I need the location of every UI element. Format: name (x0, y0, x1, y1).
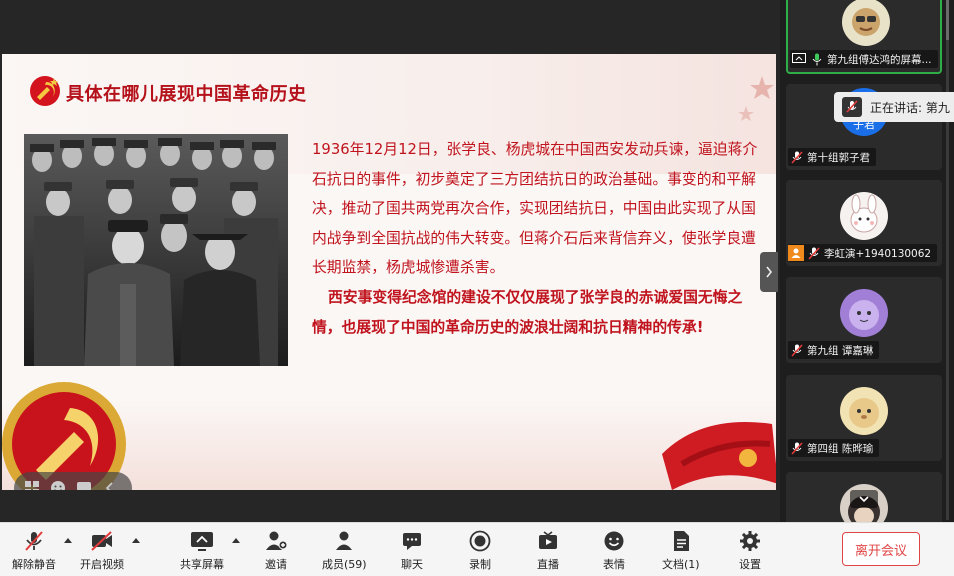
mic-muted-icon (790, 343, 804, 357)
historical-photo (24, 134, 288, 366)
hammer-sickle-icon (30, 76, 60, 106)
decorative-stars (738, 76, 774, 121)
members-icon (332, 529, 356, 553)
avatar (842, 0, 890, 46)
annotation-floating-toolbar[interactable] (14, 472, 132, 490)
scroll-down-button[interactable] (850, 490, 878, 508)
share-screen-icon (190, 529, 214, 553)
red-flag-decoration (662, 422, 776, 490)
participant-name: 李虹演+1940130062 (824, 247, 932, 260)
slide-body: 1936年12月12日，张学良、杨虎城在中国西安发动兵谏，逼迫蒋介石抗日的事件，… (312, 135, 760, 342)
participants-sidebar: 第九组傅达鸿的屏幕... 子君 第十组郭子君 李虹演+1940130062 第九… (780, 0, 954, 522)
chat-icon (400, 529, 424, 553)
mic-muted-icon (790, 150, 804, 164)
chat-label: 聊天 (401, 558, 423, 571)
unmute-label: 解除静音 (12, 558, 56, 571)
avatar (840, 289, 888, 337)
documents-button[interactable]: 文档(1) (662, 529, 700, 573)
record-icon (468, 529, 492, 553)
screen-share-icon (792, 53, 806, 63)
documents-icon (669, 529, 693, 553)
participant-tile[interactable]: 李虹演+1940130062 (786, 180, 942, 266)
caret-up-icon[interactable] (132, 537, 140, 543)
live-icon (536, 529, 560, 553)
participant-caption: 第九组 谭嘉琳 (788, 341, 880, 359)
shared-screen-area: 具体在哪儿展现中国革命历史 1936年12月12日，张学良、杨虎城在中国西安发动… (0, 0, 780, 522)
participant-name: 第十组郭子君 (807, 151, 870, 164)
avatar (840, 387, 888, 435)
video-off-icon (90, 529, 114, 553)
collapse-left-icon[interactable] (102, 480, 118, 490)
participant-name: 第九组傅达鸿的屏幕... (827, 53, 932, 66)
reactions-button[interactable]: 表情 (602, 529, 626, 573)
members-label: 成员(59) (322, 558, 367, 571)
participant-caption: 第四组 陈晔瑜 (788, 439, 880, 457)
invite-label: 邀请 (265, 558, 287, 571)
sidebar-collapse-handle[interactable] (760, 252, 778, 292)
chat-button[interactable]: 聊天 (400, 529, 424, 573)
members-button[interactable]: 成员(59) (322, 529, 367, 573)
caret-up-icon[interactable] (64, 537, 72, 543)
participant-tile[interactable]: 第九组傅达鸿的屏幕... (786, 0, 942, 74)
slide-paragraph-1: 1936年12月12日，张学良、杨虎城在中国西安发动兵谏，逼迫蒋介石抗日的事件，… (312, 141, 758, 277)
start-video-label: 开启视频 (80, 558, 124, 571)
live-label: 直播 (537, 558, 559, 571)
leave-meeting-button[interactable]: 离开会议 (842, 532, 920, 566)
invite-button[interactable]: 邀请 (264, 529, 288, 573)
unmute-button[interactable]: 解除静音 (12, 529, 56, 573)
grid-icon[interactable] (24, 480, 40, 490)
invite-icon (264, 529, 288, 553)
speaking-text: 正在讲话: 第九 (870, 100, 950, 115)
person-icon (788, 245, 804, 261)
mic-muted-icon (807, 246, 821, 260)
caret-up-icon[interactable] (232, 537, 240, 543)
speaking-indicator: 正在讲话: 第九 (834, 92, 954, 122)
sidebar-scrollbar[interactable] (944, 0, 950, 520)
presentation-slide: 具体在哪儿展现中国革命历史 1936年12月12日，张学良、杨虎城在中国西安发动… (2, 54, 776, 490)
settings-button[interactable]: 设置 (738, 529, 762, 573)
participant-tile[interactable]: 第四组 陈晔瑜 (786, 375, 942, 461)
mic-muted-icon (22, 529, 46, 553)
mic-muted-icon (790, 441, 804, 455)
meeting-toolbar: 解除静音 开启视频 共享屏幕 邀请 成员(59) 聊天 录制 直播 表情 文档(… (0, 522, 954, 576)
participant-tile[interactable] (786, 472, 942, 522)
documents-label: 文档(1) (662, 558, 700, 571)
slide-title: 具体在哪儿展现中国革命历史 (66, 84, 307, 105)
chat-bubble-icon[interactable] (76, 480, 92, 490)
record-button[interactable]: 录制 (468, 529, 492, 573)
start-video-button[interactable]: 开启视频 (80, 529, 124, 573)
participant-caption: 第九组傅达鸿的屏幕... (790, 50, 938, 68)
participant-caption: 第十组郭子君 (788, 148, 876, 166)
reactions-label: 表情 (603, 558, 625, 571)
slide-paragraph-2: 西安事变得纪念馆的建设不仅仅展现了张学良的赤诚爱国无悔之情，也展现了中国的革命历… (312, 288, 743, 336)
chevron-right-icon (766, 266, 773, 278)
reactions-icon (602, 529, 626, 553)
participant-caption: 李虹演+1940130062 (788, 244, 938, 262)
participant-name: 第四组 陈晔瑜 (807, 442, 874, 455)
settings-icon (738, 529, 762, 553)
share-screen-label: 共享屏幕 (180, 558, 224, 571)
settings-label: 设置 (739, 558, 761, 571)
avatar (840, 192, 888, 240)
participant-tile[interactable]: 第九组 谭嘉琳 (786, 277, 942, 363)
mic-active-icon (810, 52, 824, 66)
emoji-icon[interactable] (50, 480, 66, 490)
participant-name: 第九组 谭嘉琳 (807, 344, 874, 357)
share-screen-button[interactable]: 共享屏幕 (180, 529, 224, 573)
live-button[interactable]: 直播 (536, 529, 560, 573)
record-label: 录制 (469, 558, 491, 571)
chevron-down-icon (859, 495, 869, 502)
mic-muted-icon (842, 97, 862, 117)
